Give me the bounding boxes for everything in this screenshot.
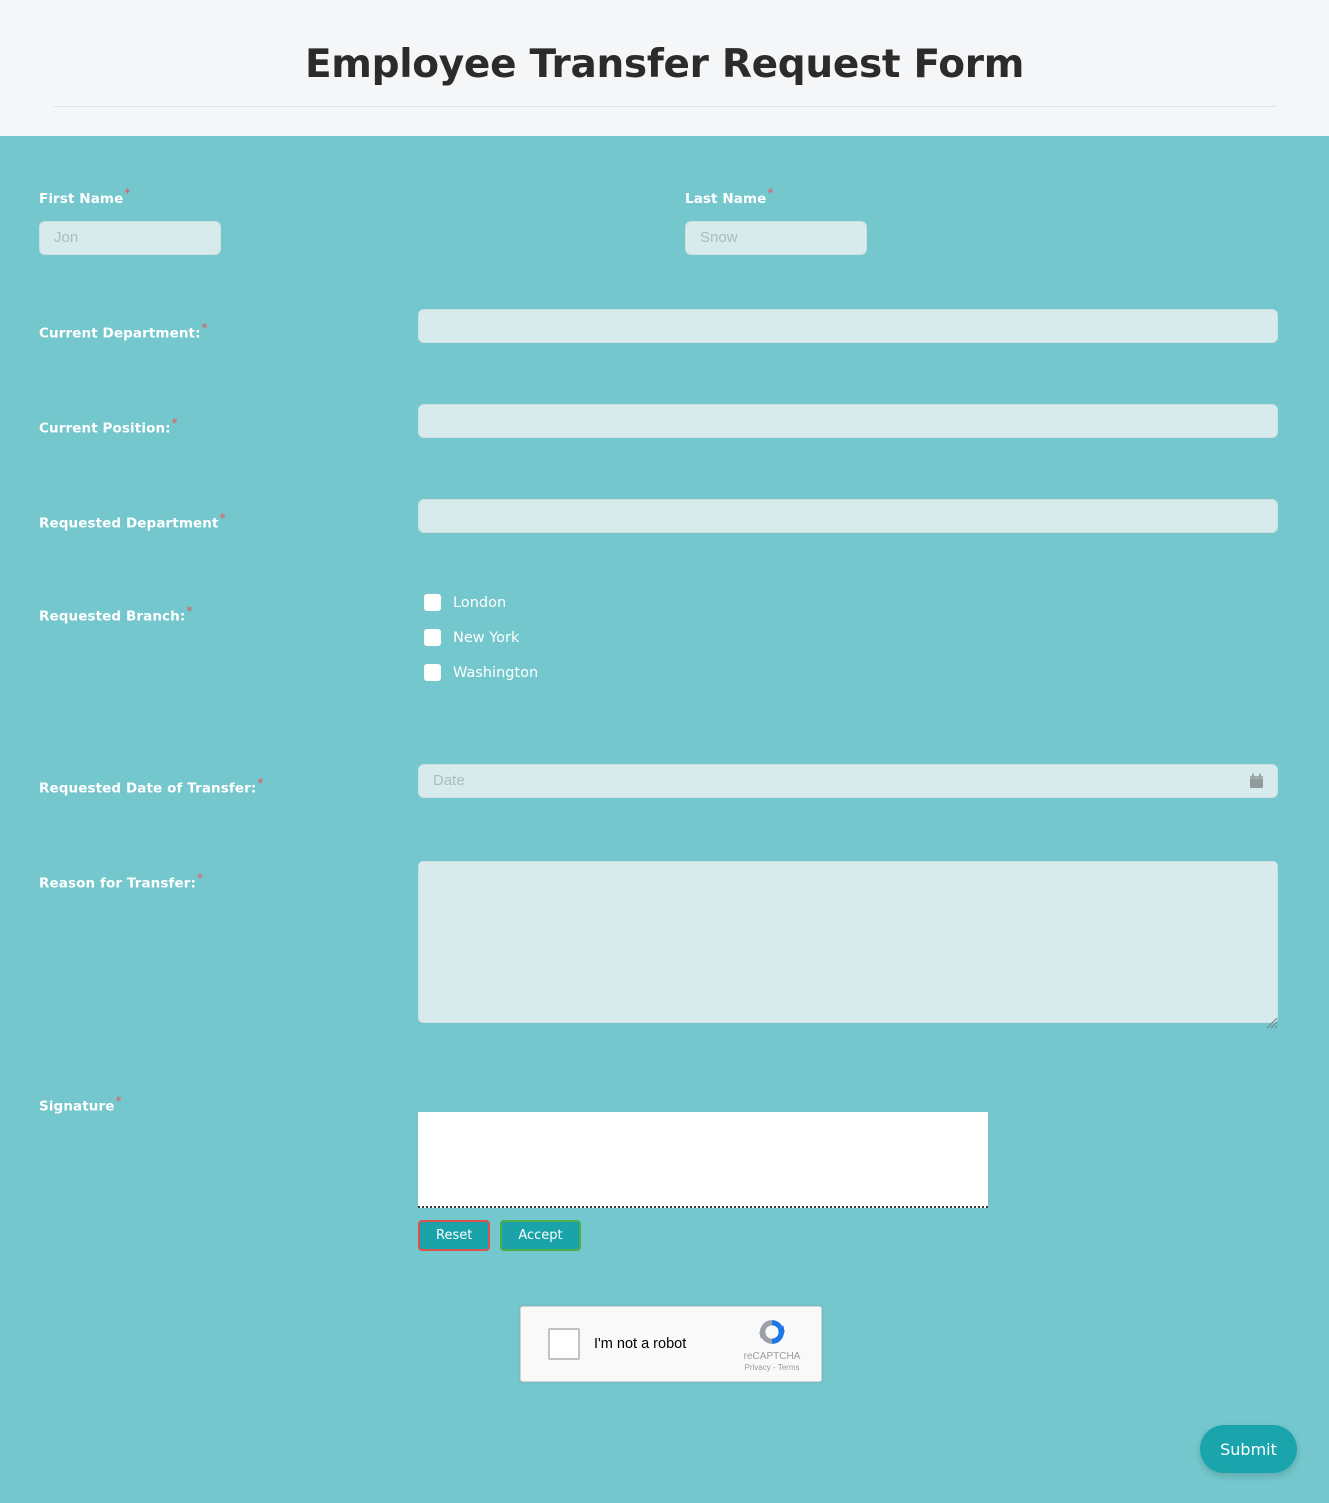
branch-option-label: Washington — [453, 664, 539, 681]
title-divider — [53, 106, 1276, 107]
recaptcha-checkbox[interactable] — [548, 1328, 580, 1360]
page-title: Employee Transfer Request Form — [304, 42, 1025, 87]
current-department-input[interactable] — [418, 309, 1278, 343]
signature-pad[interactable] — [418, 1112, 988, 1208]
requested-department-label: Requested Department* — [39, 511, 226, 532]
recaptcha-label: I'm not a robot — [594, 1336, 687, 1352]
branch-option-label: New York — [453, 629, 520, 646]
last-name-label: Last Name* — [685, 186, 774, 207]
reason-textarea[interactable] — [418, 861, 1278, 1023]
calendar-icon[interactable] — [1249, 773, 1264, 789]
required-asterisk: * — [219, 511, 226, 525]
current-department-label: Current Department:* — [39, 321, 208, 342]
first-name-input[interactable] — [39, 220, 221, 255]
first-name-label: First Name* — [39, 186, 131, 207]
first-name-group: First Name* — [39, 186, 221, 255]
current-position-input[interactable] — [418, 404, 1278, 438]
submit-button[interactable]: Submit — [1200, 1425, 1297, 1473]
branch-option-new-york[interactable]: New York — [424, 629, 538, 646]
branch-option-london[interactable]: London — [424, 594, 538, 611]
required-asterisk: * — [124, 186, 131, 200]
recaptcha-widget[interactable]: I'm not a robot reCAPTCHA Privacy - Term… — [520, 1306, 822, 1382]
signature-label: Signature* — [39, 1094, 122, 1115]
page-header: Employee Transfer Request Form — [0, 0, 1329, 136]
form-page: Employee Transfer Request Form First Nam… — [0, 0, 1329, 1503]
reason-label: Reason for Transfer:* — [39, 871, 204, 892]
recaptcha-brand-name: reCAPTCHA — [743, 1351, 801, 1362]
requested-branch-options: London New York Washington — [424, 594, 538, 699]
recaptcha-privacy-terms[interactable]: Privacy - Terms — [736, 1363, 808, 1372]
form-body: First Name* Last Name* Current Departmen… — [0, 136, 1329, 1503]
required-asterisk: * — [171, 416, 178, 430]
requested-date-input[interactable] — [418, 764, 1278, 798]
required-asterisk: * — [186, 604, 193, 618]
branch-option-washington[interactable]: Washington — [424, 664, 538, 681]
last-name-input[interactable] — [685, 220, 867, 255]
recaptcha-brand: reCAPTCHA Privacy - Terms — [736, 1315, 808, 1372]
requested-date-field-wrap — [418, 764, 1278, 798]
requested-department-input[interactable] — [418, 499, 1278, 533]
recaptcha-logo-icon — [759, 1320, 785, 1344]
signature-buttons: Reset Accept — [418, 1220, 581, 1251]
requested-branch-label: Requested Branch:* — [39, 604, 193, 625]
last-name-group: Last Name* — [685, 186, 867, 255]
signature-reset-button[interactable]: Reset — [418, 1220, 491, 1251]
current-position-label: Current Position:* — [39, 416, 178, 437]
signature-accept-button[interactable]: Accept — [500, 1220, 581, 1251]
checkbox-icon[interactable] — [424, 664, 441, 681]
required-asterisk: * — [767, 186, 774, 200]
required-asterisk: * — [257, 776, 264, 790]
required-asterisk: * — [201, 321, 208, 335]
requested-date-label: Requested Date of Transfer:* — [39, 776, 264, 797]
checkbox-icon[interactable] — [424, 594, 441, 611]
required-asterisk: * — [197, 871, 204, 885]
checkbox-icon[interactable] — [424, 629, 441, 646]
branch-option-label: London — [453, 594, 507, 611]
required-asterisk: * — [115, 1094, 122, 1108]
